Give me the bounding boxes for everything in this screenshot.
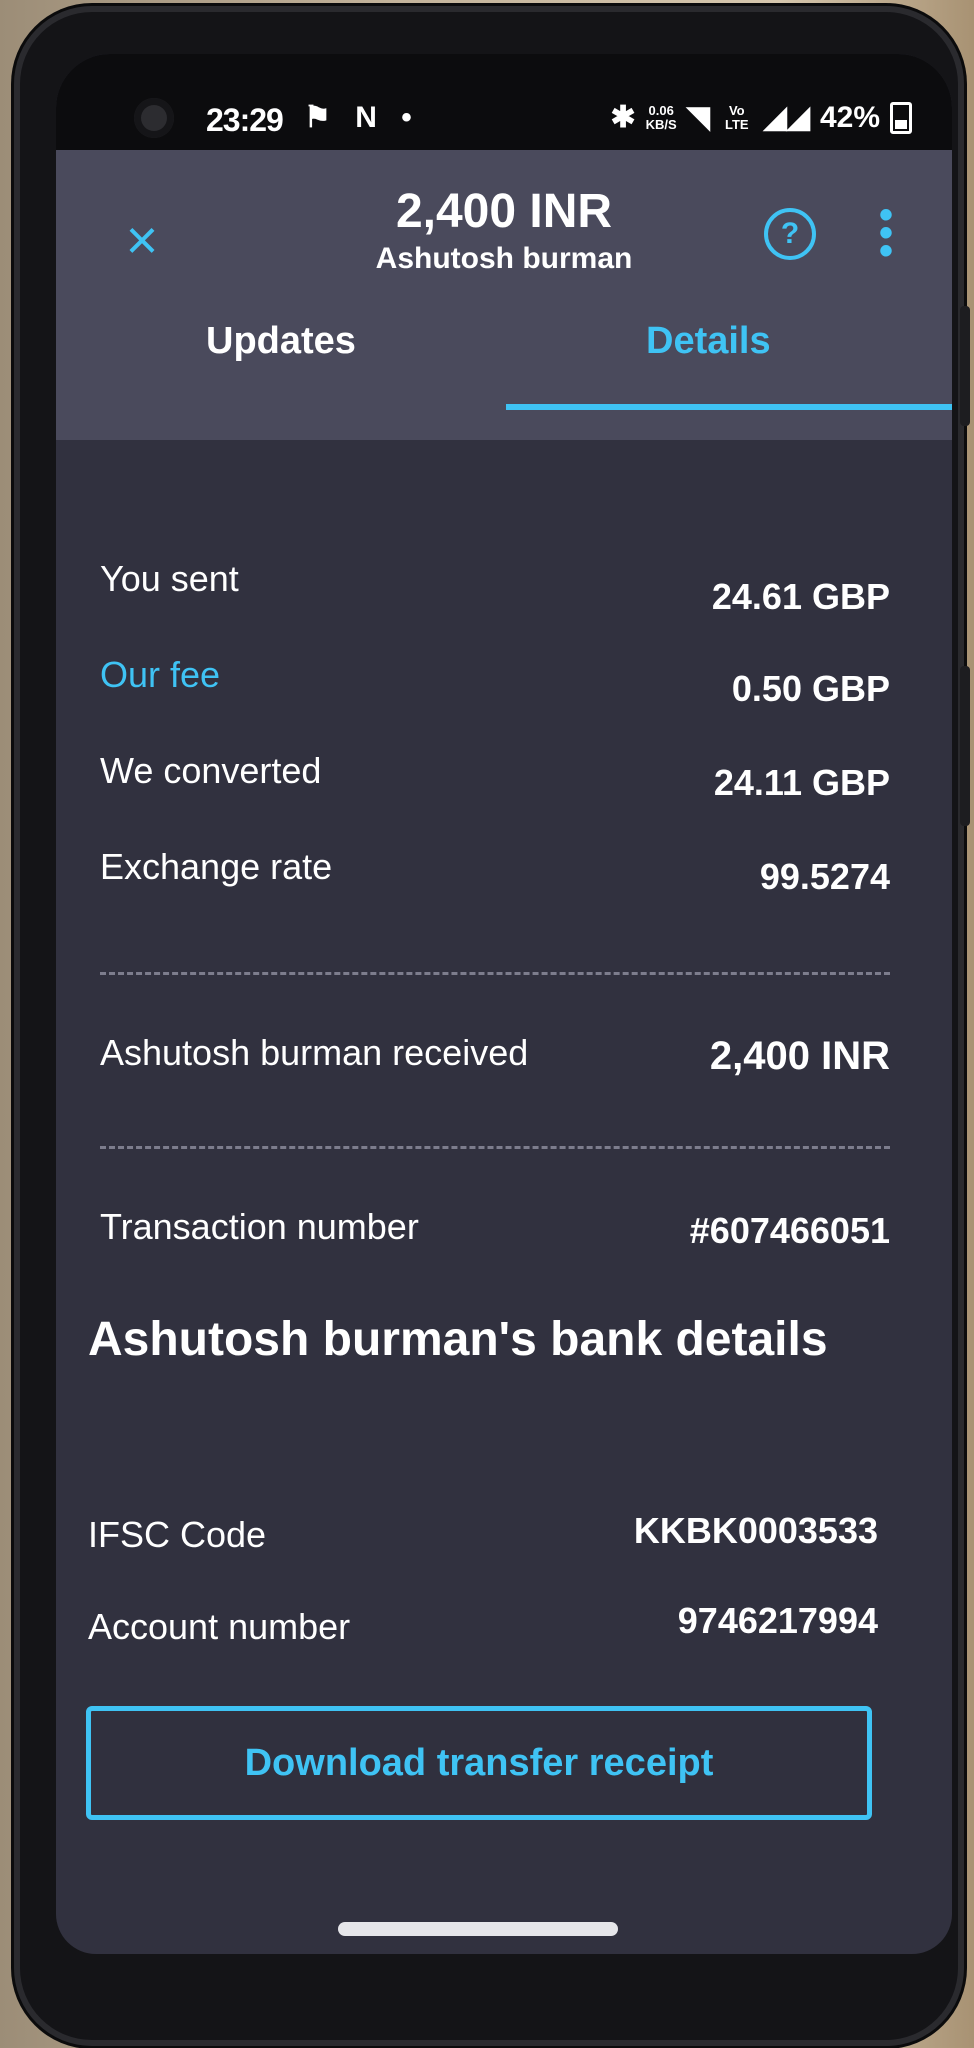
row-value: 24.11 GBP — [713, 762, 890, 803]
network-speed-unit: KB/S — [645, 116, 677, 132]
dashed-divider — [100, 1146, 890, 1149]
phone-screen: 23:29 ⚑ N • ✱ 0.06 KB/S ◥ Vo LTE ◢◢ 42% … — [56, 54, 952, 1954]
volume-button — [960, 306, 970, 426]
our-fee-link[interactable]: Our fee — [100, 654, 220, 696]
row-value: 24.61 GBP — [711, 576, 890, 617]
network-speed: 0.06 KB/S — [645, 102, 677, 132]
row-label: IFSC Code — [88, 1514, 267, 1555]
row-value: 99.5274 — [759, 856, 890, 897]
wifi-icon: ◥ — [686, 101, 710, 134]
row-value: KKBK0003533 — [633, 1510, 878, 1551]
tab-details[interactable]: Details — [646, 320, 771, 363]
status-time: 23:29 — [206, 102, 284, 138]
app-header: × 2,400 INR Ashutosh burman ? • • • Update… — [56, 150, 952, 440]
help-icon[interactable]: ? — [764, 208, 816, 260]
battery-icon — [890, 101, 912, 134]
notification-icons: ⚑ N • — [304, 101, 420, 134]
home-indicator[interactable] — [338, 1922, 618, 1936]
signal-icon: ◢◢ — [763, 101, 810, 134]
network-speed-value: 0.06 — [648, 102, 674, 118]
active-tab-indicator — [506, 404, 952, 410]
row-label: Exchange rate — [100, 846, 333, 887]
received-value: 2,400 INR — [709, 1034, 890, 1078]
tab-updates[interactable]: Updates — [206, 320, 356, 363]
received-label: Ashutosh burman received — [100, 1032, 529, 1073]
row-label: We converted — [100, 750, 322, 791]
front-camera — [134, 98, 174, 138]
dashed-divider — [100, 972, 890, 975]
details-content: Transaction details You sent 24.61 GBP O… — [56, 440, 952, 1954]
status-bar: 23:29 ⚑ N • ✱ 0.06 KB/S ◥ Vo LTE ◢◢ 42% — [56, 54, 952, 150]
status-right-group: ✱ 0.06 KB/S ◥ Vo LTE ◢◢ 42% — [611, 100, 912, 135]
row-label: You sent — [100, 558, 239, 599]
phone-frame: 23:29 ⚑ N • ✱ 0.06 KB/S ◥ Vo LTE ◢◢ 42% … — [14, 6, 970, 2046]
bluetooth-icon: ✱ — [610, 101, 636, 134]
header-recipient: Ashutosh burman — [375, 242, 633, 275]
row-label: Account number — [88, 1606, 351, 1647]
transaction-number-label: Transaction number — [100, 1206, 419, 1247]
bank-details-title: Ashutosh burman's bank details — [88, 1313, 828, 1366]
row-value: 9746217994 — [677, 1600, 878, 1641]
header-amount: 2,400 INR — [395, 185, 613, 238]
volte-icon: Vo LTE — [725, 102, 749, 132]
download-receipt-button[interactable]: Download transfer receipt — [86, 1706, 872, 1820]
transaction-number-value: #607466051 — [689, 1210, 890, 1251]
power-button — [960, 666, 970, 826]
more-options-icon[interactable]: • • • — [874, 195, 898, 271]
row-value: 0.50 GBP — [731, 668, 890, 709]
battery-percent: 42% — [819, 100, 880, 134]
